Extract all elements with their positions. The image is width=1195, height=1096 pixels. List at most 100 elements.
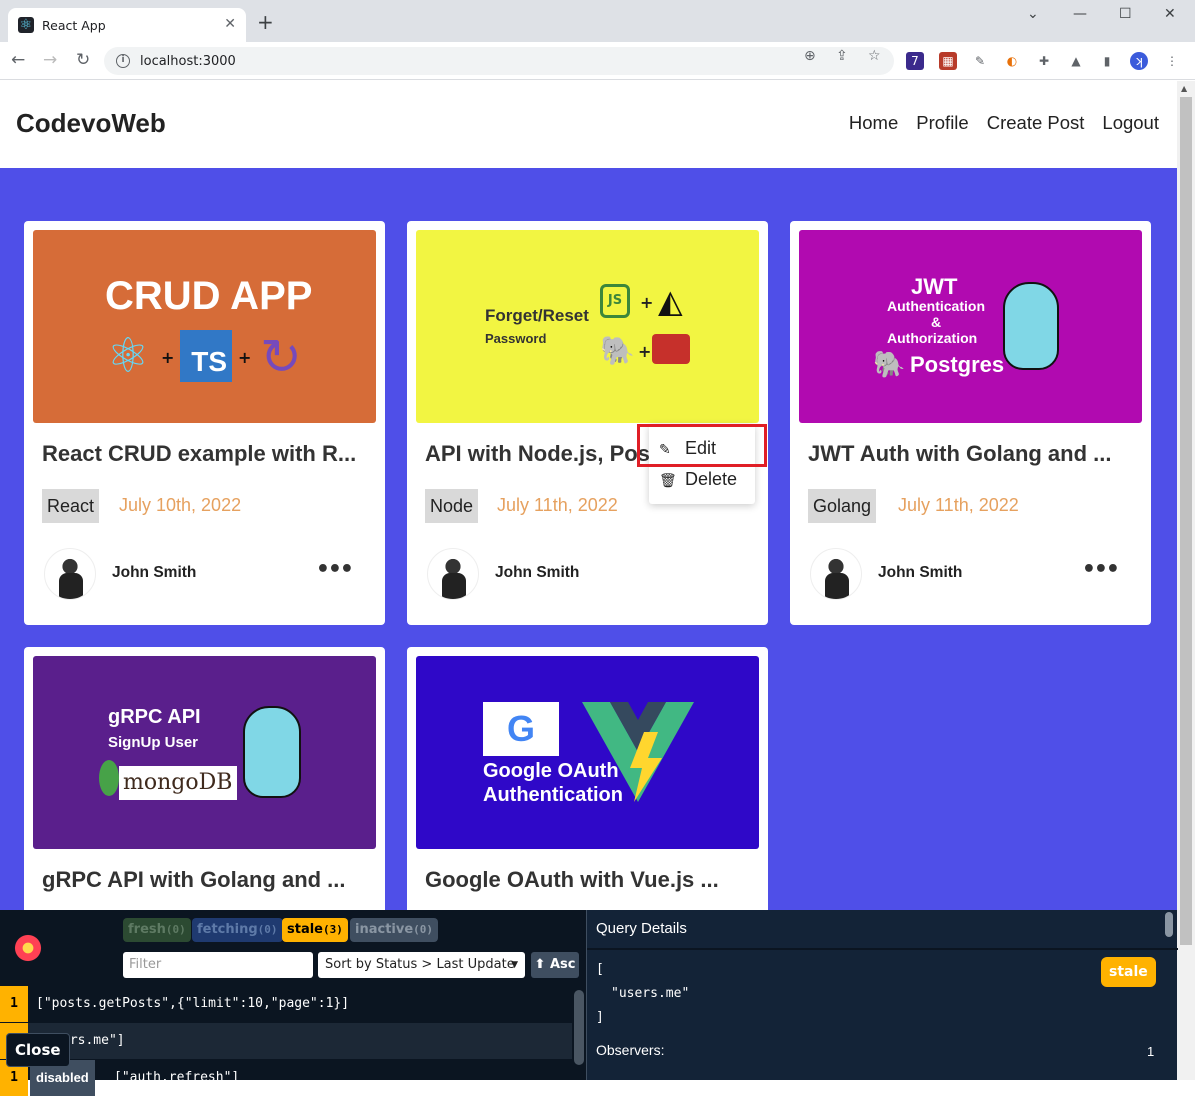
- new-tab-icon[interactable]: +: [257, 12, 274, 32]
- thumb-subheading: SignUp User: [108, 734, 199, 751]
- bookmark-star-icon[interactable]: ☆: [868, 48, 881, 64]
- thumb-postgres-label: Postgres: [910, 352, 1005, 377]
- kebab-menu-icon[interactable]: ⋮: [1163, 52, 1181, 70]
- post-thumbnail[interactable]: G Google OAuth Authentication: [416, 656, 759, 849]
- typescript-logo-icon: TS: [180, 330, 232, 382]
- inactive-badge: inactive(0): [350, 918, 439, 942]
- more-options-icon[interactable]: •••: [1082, 557, 1120, 582]
- thumb-subheading-2: Authorization: [887, 330, 978, 346]
- devtools-close-button[interactable]: Close: [6, 1033, 70, 1067]
- mongodb-leaf-icon: [99, 760, 119, 796]
- author-avatar: [810, 548, 862, 600]
- observer-count: 1: [0, 986, 28, 1022]
- post-thumbnail[interactable]: Forget/Reset Password JS + ◭ 🐘 +: [416, 230, 759, 423]
- post-card[interactable]: Forget/Reset Password JS + ◭ 🐘 + API wit…: [407, 221, 768, 625]
- site-info-icon[interactable]: i: [116, 54, 130, 68]
- post-card[interactable]: JWT Authentication & Authorization 🐘 Pos…: [790, 221, 1151, 625]
- author-name: John Smith: [112, 564, 197, 581]
- post-date: July 10th, 2022: [119, 495, 242, 515]
- zoom-icon[interactable]: ⊕: [804, 48, 816, 64]
- back-icon[interactable]: ←: [11, 51, 25, 69]
- share-icon[interactable]: ⇪: [836, 48, 848, 64]
- extension-badge-icon[interactable]: 7: [906, 52, 924, 70]
- post-category-tag: Node: [425, 489, 479, 523]
- side-panel-icon[interactable]: ▮: [1098, 52, 1116, 70]
- google-logo-icon: G: [483, 702, 559, 756]
- plus-icon: +: [238, 348, 252, 367]
- prisma-logo-icon: ◭: [658, 282, 683, 320]
- post-thumbnail[interactable]: gRPC API SignUp User mongoDB: [33, 656, 376, 849]
- window-close-icon[interactable]: ✕: [1164, 6, 1176, 22]
- details-scrollbar[interactable]: [1165, 912, 1173, 937]
- query-list-pane: fresh(0) fetching(0) stale(3) inactive(0…: [0, 910, 586, 1096]
- query-list-scrollbar[interactable]: [574, 990, 584, 1065]
- highlight-box: [637, 424, 767, 467]
- close-tab-icon[interactable]: ✕: [224, 16, 236, 32]
- nav-home[interactable]: Home: [849, 112, 898, 134]
- plus-icon: +: [640, 293, 654, 312]
- eyedropper-icon[interactable]: ✎: [971, 52, 989, 70]
- post-title[interactable]: React CRUD example with R...: [42, 441, 372, 467]
- post-thumbnail[interactable]: CRUD APP ⚛ + TS + ↻: [33, 230, 376, 423]
- sort-select[interactable]: Sort by Status > Last Update ▼: [318, 952, 525, 978]
- extension-icon[interactable]: ▦: [939, 52, 957, 70]
- post-title[interactable]: gRPC API with Golang and ...: [42, 867, 372, 893]
- flask-icon[interactable]: ▲: [1067, 52, 1085, 70]
- query-key: ers.me"]: [62, 1033, 125, 1048]
- query-row[interactable]: 1 disabled ["auth.refresh"]: [0, 1060, 572, 1096]
- thumb-subheading: Authentication: [887, 298, 985, 314]
- address-bar: ← → ↻ i localhost:3000 ⊕ ⇪ ☆ 7 ▦ ✎ ◐ ✚ ▲…: [0, 42, 1195, 80]
- post-card[interactable]: CRUD APP ⚛ + TS + ↻ React CRUD example w…: [24, 221, 385, 625]
- post-thumbnail[interactable]: JWT Authentication & Authorization 🐘 Pos…: [799, 230, 1142, 423]
- plus-icon: +: [161, 348, 175, 367]
- url-field[interactable]: i localhost:3000: [104, 47, 894, 75]
- gopher-mascot-icon: [243, 706, 301, 798]
- sort-direction-button[interactable]: ⬆ Asc: [531, 952, 579, 978]
- details-key-close: ]: [596, 1010, 604, 1025]
- site-header: CodevoWeb Home Profile Create Post Logou…: [0, 81, 1177, 168]
- minimize-icon[interactable]: —: [1073, 6, 1087, 22]
- observers-value: 1: [1147, 1044, 1155, 1059]
- query-filter-input[interactable]: Filter: [123, 952, 313, 978]
- observers-label: Observers:: [596, 1042, 665, 1058]
- author-name: John Smith: [878, 564, 963, 581]
- redis-logo-icon: [652, 334, 690, 364]
- page-scrollbar[interactable]: ▲: [1177, 81, 1195, 1080]
- author-avatar: [427, 548, 479, 600]
- nav-create-post[interactable]: Create Post: [987, 112, 1085, 134]
- tab-search-icon[interactable]: ⌄: [1027, 6, 1039, 22]
- vite-vue-logo-icon: [582, 702, 694, 802]
- query-devtools-panel: fresh(0) fetching(0) stale(3) inactive(0…: [0, 910, 1178, 1096]
- post-category-tag: React: [42, 489, 100, 523]
- nav-logout[interactable]: Logout: [1102, 112, 1159, 134]
- maximize-icon[interactable]: ☐: [1119, 6, 1132, 22]
- details-status-badge: stale: [1101, 957, 1156, 987]
- site-brand[interactable]: CodevoWeb: [16, 108, 166, 139]
- scrollbar-thumb[interactable]: [1180, 97, 1192, 945]
- plus-icon: +: [638, 342, 652, 361]
- postgres-logo-icon: 🐘: [873, 350, 906, 380]
- nav-profile[interactable]: Profile: [916, 112, 968, 134]
- browser-tab[interactable]: ⚛ React App ✕: [8, 8, 246, 42]
- profile-avatar-icon[interactable]: ʞ: [1130, 52, 1148, 70]
- query-row-selected[interactable]: 1 ers.me"]: [0, 1023, 572, 1059]
- reload-icon[interactable]: ↻: [76, 51, 90, 69]
- browser-tab-strip: ⚛ React App ✕ + ⌄ — ☐ ✕: [0, 0, 1195, 42]
- main-nav: Home Profile Create Post Logout: [849, 112, 1159, 134]
- fetching-badge: fetching(0): [192, 918, 283, 942]
- puzzle-extensions-icon[interactable]: ✚: [1035, 52, 1053, 70]
- post-title[interactable]: JWT Auth with Golang and ...: [808, 441, 1138, 467]
- more-options-icon[interactable]: •••: [316, 557, 354, 582]
- post-title[interactable]: Google OAuth with Vue.js ...: [425, 867, 755, 893]
- redux-logo-icon: ↻: [260, 328, 302, 386]
- forward-icon[interactable]: →: [43, 51, 57, 69]
- react-logo-icon: ⚛: [106, 328, 150, 384]
- author-name: John Smith: [495, 564, 580, 581]
- menu-item-delete[interactable]: 🗑 Delete: [659, 469, 737, 490]
- react-query-logo-icon[interactable]: [8, 928, 48, 968]
- query-row[interactable]: 1 ["posts.getPosts",{"limit":10,"page":1…: [0, 986, 572, 1022]
- thumb-heading: gRPC API: [108, 706, 201, 728]
- extension-swirl-icon[interactable]: ◐: [1003, 52, 1021, 70]
- thumb-heading: Forget/Reset: [485, 306, 589, 325]
- post-date: July 11th, 2022: [497, 495, 618, 515]
